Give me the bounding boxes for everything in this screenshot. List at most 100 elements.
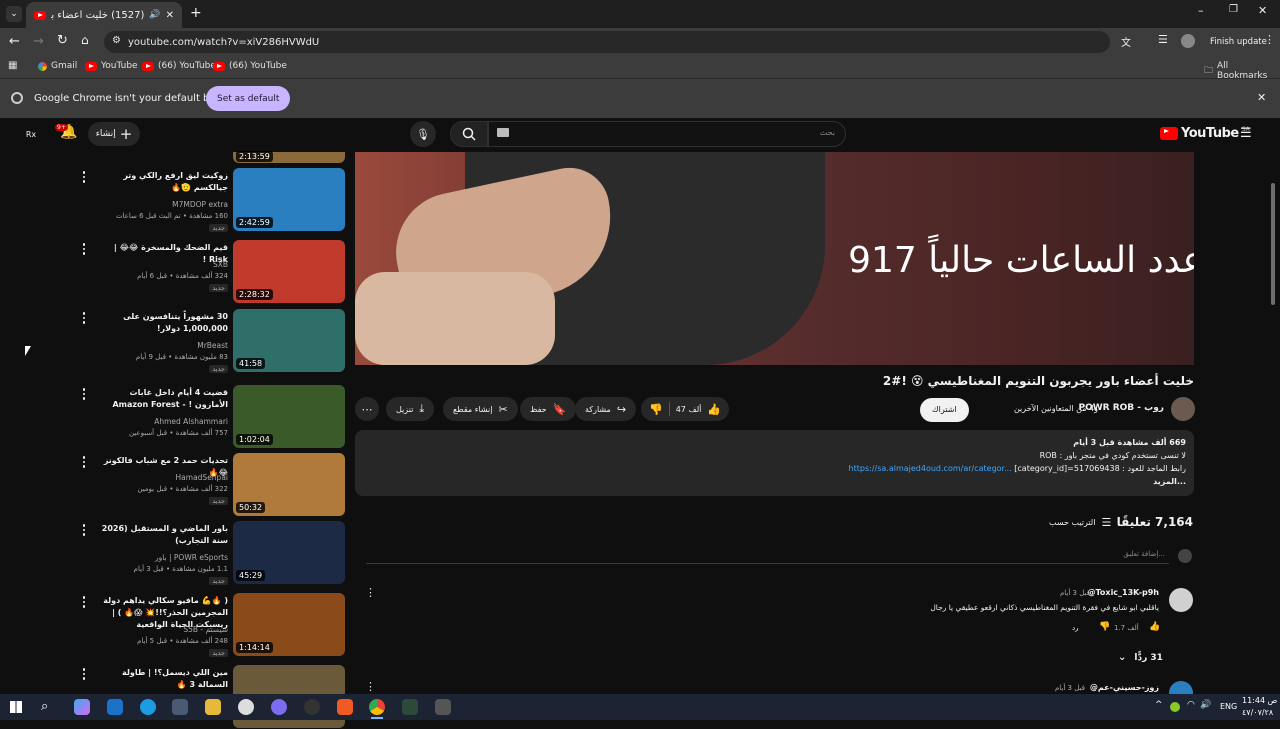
clock-time[interactable]: 11:44 ص [1242,696,1277,705]
bookmark-gmail[interactable]: Gmail [38,61,77,71]
list-item[interactable]: 2:42:59 زوكيت ليق ارفع رالكي وتر جيالكسم … [80,168,350,232]
share-button[interactable]: مشاركة ↪ [575,397,637,421]
comment-avatar[interactable] [1169,588,1193,612]
sort-button[interactable]: الترتيب حسب ☰ [1049,516,1111,529]
brave-icon[interactable] [337,699,353,715]
discord-icon[interactable] [271,699,287,715]
minimize-button[interactable]: – [1198,4,1204,17]
comment-reply-button[interactable]: رد [1072,624,1079,632]
download-button[interactable]: تنزيل ⤓ [386,397,435,421]
youtube-logo[interactable]: YouTube SA [1160,126,1250,141]
new-tab-button[interactable]: + [190,6,202,20]
outlook-icon[interactable] [107,699,123,715]
list-item[interactable]: 45:29 باور الماضي و المستقبل (2026 سنة ال… [80,521,350,585]
more-vertical-icon[interactable] [80,311,88,325]
subscribe-button[interactable]: اشتراك [920,398,969,422]
active-tab[interactable]: (1527) خليت أعضاء باور يجربون... 🔊 ✕ [26,2,182,28]
file-explorer-icon[interactable] [205,699,221,715]
app-icon[interactable] [435,699,451,715]
partial-top-thumb[interactable]: 2:13:59 [233,151,345,163]
tab-close-icon[interactable]: ✕ [166,10,174,21]
tray-chevron-icon[interactable]: ^ [1155,700,1163,710]
clock-date[interactable]: ٤٧/٠٧/٢٨ [1242,708,1273,717]
video-player[interactable]: عدد الساعات حالياً 917 [355,152,1194,365]
search-button[interactable] [450,121,488,147]
more-vertical-icon[interactable] [80,523,88,537]
add-comment-input[interactable]: إضافة تعليق... [366,549,1169,564]
comment-dislike-icon[interactable]: 👎 [1099,622,1110,632]
search-input[interactable]: بحث [488,121,846,147]
reading-list-icon[interactable]: ☰ [1158,33,1168,46]
restore-button[interactable]: ❐ [1229,4,1238,15]
volume-icon[interactable]: 🔊 [1200,700,1211,710]
finish-update-button[interactable]: Finish update [1204,33,1273,51]
scrollbar-thumb[interactable] [1271,183,1275,305]
recommendation-channel[interactable]: Ahmed Alshammari [98,417,228,426]
recommendation-channel[interactable]: SXB [98,260,228,269]
description-link[interactable]: https://sa.almajed4oud.com/ar/categor... [849,464,1012,473]
dislike-icon[interactable]: 👎 [649,403,663,416]
copilot-icon[interactable] [74,699,90,715]
recommendation-title[interactable]: باور الماضي و المستقبل (2026 سنة التجارب… [98,523,228,547]
more-vertical-icon[interactable] [80,455,88,469]
back-icon[interactable]: ← [9,34,20,49]
comment-author[interactable]: @زوز-حسيني-عم [1090,683,1159,692]
list-item[interactable]: 1:14:14( 🔥💪 مافيو سكالي يداهم دولة المجر… [80,593,350,657]
comment-author[interactable]: @Toxic_13K-p9h [1088,588,1159,597]
tray-app-icon[interactable] [1170,702,1180,712]
obs-icon[interactable] [304,699,320,715]
more-actions-button[interactable]: ⋯ [355,397,379,421]
store-icon[interactable] [172,699,188,715]
infobar-close-icon[interactable]: ✕ [1257,91,1266,104]
close-window-button[interactable]: ✕ [1258,4,1267,17]
recommendation-channel[interactable]: M7MDOP extra [98,200,228,209]
bookmark-youtube-66[interactable]: (66) YouTube [142,61,216,71]
windows-start-icon[interactable] [10,701,22,713]
recommendation-channel[interactable]: POWR eSports | باور [98,553,228,562]
video-thumbnail[interactable]: 1:02:04 [233,385,345,448]
home-icon[interactable]: ⌂ [81,33,89,47]
create-button[interactable]: إنشاء + [88,122,140,146]
account-avatar[interactable]: Rx [22,126,40,144]
comment-menu-icon[interactable]: ⋮ [365,680,376,693]
forward-icon[interactable]: → [33,34,44,49]
list-item[interactable]: 1:02:04 قضيت 4 أيام داخل غابات الأمازون !… [80,385,350,449]
set-default-button[interactable]: Set as default [206,86,291,111]
taskbar-search-icon[interactable]: ⌕ [41,699,48,714]
recommendation-title[interactable]: زوكيت ليق ارفع رالكي وتر جيالكسم 🫡🔥 [98,170,228,194]
language-indicator[interactable]: ENG [1220,702,1237,711]
recommendation-title[interactable]: 30 مشهوراً يتنافسون على 1,000,000 دولار! [98,311,228,335]
menu-icon[interactable]: ⋮ [1264,33,1275,46]
recommendation-channel[interactable]: HamadSenpai [98,473,228,482]
bookmark-youtube[interactable]: YouTube [85,61,138,71]
comment-menu-icon[interactable]: ⋮ [365,586,376,599]
recommendation-channel[interactable]: سيستم - S5B [98,625,228,634]
video-thumbnail[interactable]: 2:42:59 [233,168,345,231]
more-vertical-icon[interactable] [80,595,88,609]
edge-icon[interactable] [140,699,156,715]
clip-button[interactable]: إنشاء مقطع ✂ [443,397,518,421]
channel-avatar[interactable] [1171,397,1195,421]
voice-search-button[interactable]: 🎙 [410,121,436,147]
bookmark-youtube-66-2[interactable]: (66) YouTube [213,61,287,71]
comment-like-icon[interactable]: 👍 [1149,622,1160,632]
wifi-icon[interactable]: ◠ [1187,700,1195,710]
app-icon[interactable] [238,699,254,715]
reload-icon[interactable]: ↻ [57,33,68,48]
video-thumbnail[interactable]: 50:32 [233,453,345,516]
more-vertical-icon[interactable] [80,170,88,184]
keyboard-icon[interactable] [497,128,509,137]
more-vertical-icon[interactable] [80,242,88,256]
video-thumbnail[interactable]: 2:28:32 [233,240,345,303]
recommendation-title[interactable]: قضيت 4 أيام داخل غابات الأمازون ! - Amaz… [98,387,228,411]
video-thumbnail[interactable]: 41:58 [233,309,345,372]
list-item[interactable]: 50:32 تحديات حمد 2 مع شباب فالكونز 😂🔥 Hama… [80,453,350,517]
collab-text[interactable]: و4 من المتعاونين الآخرين [1014,404,1098,413]
recommendation-channel[interactable]: MrBeast [98,341,228,350]
profile-avatar[interactable] [1181,34,1195,48]
like-icon[interactable]: 👍 [707,403,721,416]
site-info-icon[interactable]: ⚙ [112,35,121,46]
more-vertical-icon[interactable] [80,667,88,681]
translate-icon[interactable]: 文 [1121,34,1131,49]
video-thumbnail[interactable]: 45:29 [233,521,345,584]
